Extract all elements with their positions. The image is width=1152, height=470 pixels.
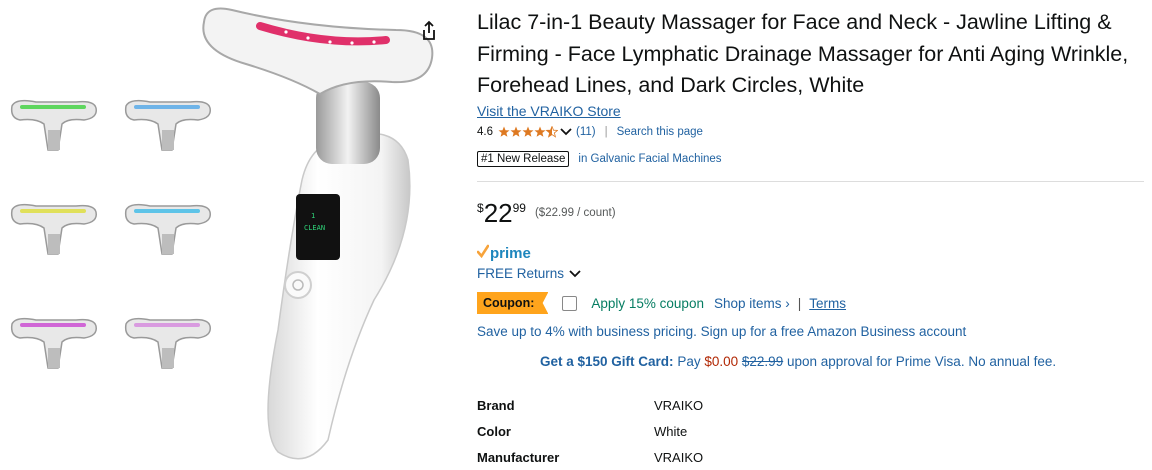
spec-row: Manufacturer VRAIKO [477, 444, 703, 470]
prime-label: prime [490, 244, 531, 262]
badge-category-link[interactable]: in Galvanic Facial Machines [578, 153, 721, 165]
thumbnail-5[interactable] [6, 312, 100, 376]
prime-badge[interactable]: prime [476, 244, 531, 263]
search-page-link[interactable]: Search this page [617, 126, 703, 138]
massager-thumbnail-image [10, 99, 97, 151]
gift-offer-text: upon approval for Prime Visa. No annual … [786, 354, 1057, 369]
store-link[interactable]: Visit the VRAIKO Store [477, 103, 621, 119]
gift-card-offer[interactable]: Get a $150 Gift Card: Pay $0.00 $22.99 u… [540, 354, 1056, 369]
coupon-row: Coupon: Apply 15% coupon Shop items › | … [477, 292, 846, 314]
spec-value: VRAIKO [654, 397, 704, 413]
apply-coupon-label[interactable]: Apply 15% coupon [591, 296, 704, 311]
product-specs: Brand VRAIKO Color White Manufacturer VR… [477, 392, 703, 470]
massager-thumbnail-image [10, 317, 97, 369]
rating-count-link[interactable]: (11) [576, 126, 596, 138]
price-fraction: 99 [512, 201, 526, 215]
massager-thumbnail-image [10, 203, 97, 255]
price-whole: 22 [483, 198, 513, 228]
gift-new-price: $0.00 [704, 354, 739, 369]
shop-items-link[interactable]: Shop items › [714, 296, 790, 311]
chevron-down-icon[interactable] [560, 127, 572, 137]
price-per-unit: ($22.99 / count) [534, 207, 616, 219]
free-returns-link[interactable]: FREE Returns [477, 266, 581, 281]
spec-key: Brand [477, 397, 515, 413]
new-release-badge: #1 New Release [477, 151, 570, 167]
star-rating-icon[interactable] [498, 126, 558, 138]
device-screen-line1: 1 [311, 212, 315, 220]
rating-row: 4.6 (11) | Search this page [477, 124, 703, 140]
gift-card-heading: Get a $150 Gift Card: [540, 354, 674, 369]
spec-value: White [654, 423, 688, 439]
product-title: Lilac 7-in-1 Beauty Massager for Face an… [477, 10, 1129, 97]
price-block: $ 22 99 ($22.99 / count) [477, 199, 616, 227]
chevron-down-icon [569, 269, 581, 279]
gift-old-price: $22.99 [741, 354, 784, 369]
rating-value: 4.6 [477, 126, 493, 138]
spec-row: Brand VRAIKO [477, 392, 703, 418]
prime-check-icon [476, 244, 490, 263]
divider [477, 181, 1144, 182]
coupon-checkbox[interactable] [562, 295, 578, 311]
share-icon[interactable] [416, 18, 442, 44]
badge-row: #1 New Release in Galvanic Facial Machin… [477, 151, 722, 167]
price-symbol: $ [477, 201, 484, 215]
spec-key: Color [477, 423, 511, 439]
gift-pay-label: Pay [677, 354, 701, 369]
massager-main-image: 1 CLEAN [202, 7, 434, 460]
business-pricing-link[interactable]: Save up to 4% with business pricing. Sig… [477, 324, 966, 339]
main-product-image[interactable]: 1 CLEAN [186, 0, 446, 465]
separator: | [797, 295, 802, 311]
spec-key: Manufacturer [477, 449, 560, 465]
thumbnail-3[interactable] [6, 198, 100, 262]
spec-row: Color White [477, 418, 703, 444]
terms-link[interactable]: Terms [809, 296, 846, 311]
spec-value: VRAIKO [654, 449, 704, 465]
device-screen-line2: CLEAN [304, 224, 325, 232]
thumbnail-1[interactable] [6, 94, 100, 158]
free-returns-label: FREE Returns [477, 266, 565, 281]
coupon-badge: Coupon: [477, 292, 549, 314]
separator: | [604, 126, 608, 138]
